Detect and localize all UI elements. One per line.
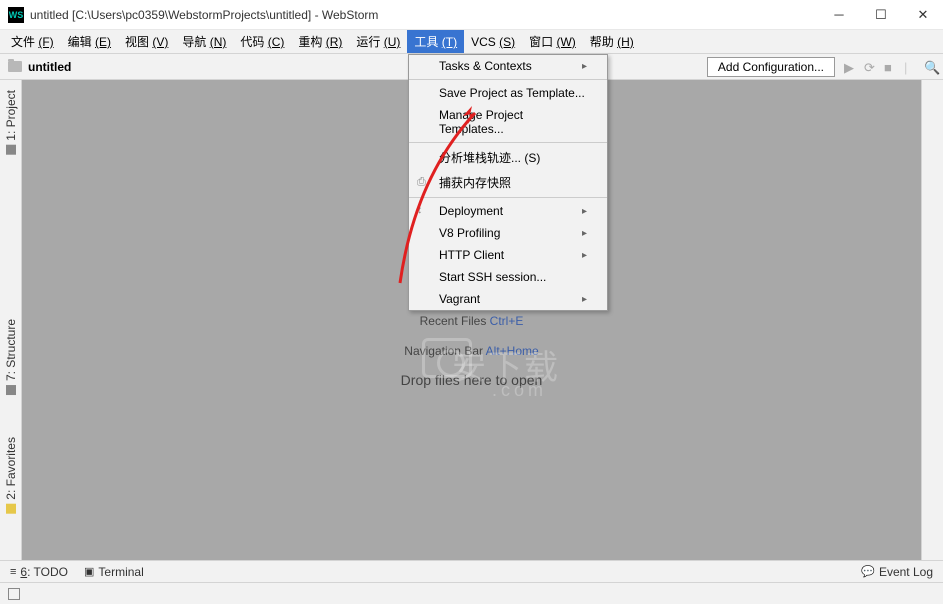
status-icon[interactable]	[8, 588, 20, 600]
dropdown-item[interactable]: HTTP Client▸	[409, 244, 607, 266]
dropdown-item[interactable]: Tasks & Contexts▸	[409, 55, 607, 77]
divider-icon: |	[901, 60, 915, 74]
add-configuration-button[interactable]: Add Configuration...	[707, 57, 835, 77]
hint-drop-files: Drop files here to open	[401, 372, 543, 388]
hint-navigation-bar: Navigation Bar Alt+Home	[404, 342, 538, 358]
stop-icon[interactable]: ■	[881, 60, 895, 74]
tool-tab-favorites[interactable]: 2: Favorites	[2, 431, 20, 520]
status-bar	[0, 582, 943, 604]
dropdown-item[interactable]: Start SSH session...	[409, 266, 607, 288]
menu-item[interactable]: 视图 (V)	[118, 30, 175, 53]
menu-item[interactable]: 代码 (C)	[233, 30, 291, 53]
deployment-icon: ↕	[417, 204, 431, 218]
dropdown-item[interactable]: Manage Project Templates...	[409, 104, 607, 140]
close-button[interactable]: ✕	[911, 7, 935, 23]
submenu-arrow-icon: ▸	[582, 61, 587, 72]
submenu-arrow-icon: ▸	[582, 228, 587, 239]
dropdown-item[interactable]: ↕Deployment▸	[409, 200, 607, 222]
tool-tab-structure[interactable]: 7: Structure	[2, 313, 20, 401]
right-tool-gutter	[921, 80, 943, 560]
left-tool-gutter: 1: Project 7: Structure 2: Favorites	[0, 80, 22, 560]
submenu-arrow-icon: ▸	[582, 294, 587, 305]
menu-item[interactable]: 帮助 (H)	[583, 30, 641, 53]
submenu-arrow-icon: ▸	[582, 206, 587, 217]
menu-item[interactable]: 导航 (N)	[175, 30, 233, 53]
menu-separator	[409, 142, 607, 143]
dropdown-item[interactable]: ⎙捕获内存快照	[409, 170, 607, 195]
dropdown-item[interactable]: 分析堆栈轨迹... (S)	[409, 145, 607, 170]
tool-tab-terminal[interactable]: ▣ Terminal	[84, 565, 144, 579]
tool-tab-todo[interactable]: ≡ 6: TODO	[10, 565, 68, 579]
menu-separator	[409, 79, 607, 80]
dropdown-item[interactable]: Save Project as Template...	[409, 82, 607, 104]
menu-item[interactable]: 编辑 (E)	[61, 30, 118, 53]
menu-item[interactable]: 运行 (U)	[349, 30, 407, 53]
minimize-button[interactable]: ─	[827, 7, 851, 23]
folder-icon	[8, 61, 22, 72]
menu-separator	[409, 197, 607, 198]
submenu-arrow-icon: ▸	[582, 250, 587, 261]
tool-tab-eventlog[interactable]: 💬 Event Log	[861, 565, 933, 579]
menu-item[interactable]: 工具 (T)	[407, 30, 464, 53]
debug-icon[interactable]: ⟳	[861, 60, 875, 74]
hint-recent-files: Recent Files Ctrl+E	[420, 312, 524, 328]
menu-item[interactable]: 文件 (F)	[4, 30, 61, 53]
app-icon: WS	[8, 7, 24, 23]
run-icon[interactable]: ▶	[841, 60, 855, 74]
tools-dropdown-menu: Tasks & Contexts▸ Save Project as Templat…	[408, 54, 608, 311]
search-icon[interactable]: 🔍	[921, 60, 935, 74]
breadcrumb-project[interactable]: untitled	[28, 60, 71, 74]
window-title: untitled [C:\Users\pc0359\WebstormProjec…	[30, 8, 827, 22]
dropdown-item[interactable]: Vagrant▸	[409, 288, 607, 310]
menu-item[interactable]: 窗口 (W)	[522, 30, 583, 53]
snapshot-icon: ⎙	[417, 176, 431, 190]
dropdown-item[interactable]: V8 Profiling▸	[409, 222, 607, 244]
menu-item[interactable]: VCS (S)	[464, 32, 522, 52]
maximize-button[interactable]: ☐	[869, 7, 893, 23]
menubar: 文件 (F)编辑 (E)视图 (V)导航 (N)代码 (C)重构 (R)运行 (…	[0, 30, 943, 54]
bottom-toolbar: ≡ 6: TODO ▣ Terminal 💬 Event Log	[0, 560, 943, 582]
titlebar: WS untitled [C:\Users\pc0359\WebstormPro…	[0, 0, 943, 30]
tool-tab-project[interactable]: 1: Project	[2, 84, 20, 161]
menu-item[interactable]: 重构 (R)	[291, 30, 349, 53]
